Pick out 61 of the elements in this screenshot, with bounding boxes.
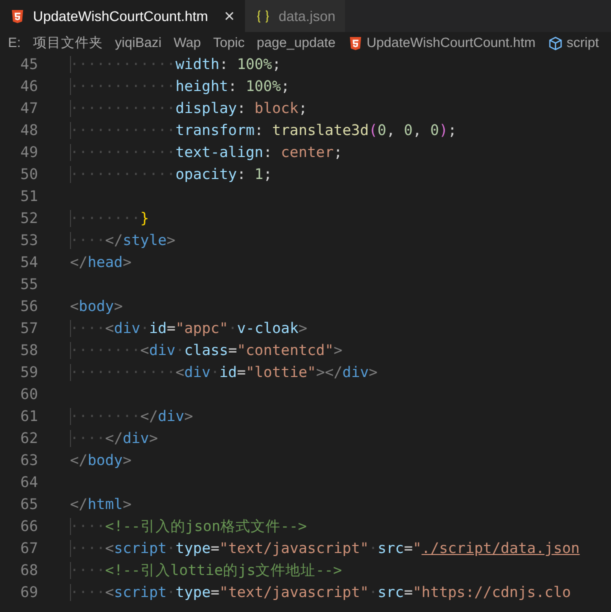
code-line: ············width: 100%;: [69, 55, 281, 75]
code-line: ····<!--引入的json格式文件-->: [69, 517, 307, 537]
code-line: ········}: [69, 209, 150, 229]
code-line: ····<!--引入lottie的js文件地址-->: [69, 561, 342, 581]
line-number: 49: [19, 143, 38, 163]
editor-tab[interactable]: data.json: [244, 0, 346, 32]
breadcrumb-item[interactable]: UpdateWishCourtCount.htm: [348, 32, 536, 54]
code-line: ············opacity: 1;: [69, 165, 272, 185]
editor-tab[interactable]: UpdateWishCourtCount.htm ×: [0, 0, 245, 32]
code-line: ············transform: translate3d(0, 0, 0);: [69, 121, 457, 141]
breadcrumb-item[interactable]: script: [548, 32, 599, 54]
code-line: ····<script·type="text/javascript"·src="https://cdnjs.clo: [69, 583, 571, 603]
code-line: ············height: 100%;: [69, 77, 290, 97]
line-number: 66: [19, 517, 38, 537]
cube-icon: [548, 36, 563, 50]
braces-icon: [254, 8, 271, 24]
line-number: 61: [19, 407, 38, 427]
line-number: 55: [19, 275, 38, 295]
line-number: 53: [19, 231, 38, 251]
line-number: 67: [19, 539, 38, 559]
line-number: 68: [19, 561, 38, 581]
line-number: 56: [19, 297, 38, 317]
line-number: 45: [19, 55, 38, 75]
line-number: 46: [19, 77, 38, 97]
line-number: 59: [19, 363, 38, 383]
line-number: 47: [19, 99, 38, 119]
code-line: ····<div·id="appc"·v-cloak>: [69, 319, 308, 339]
line-number: 63: [19, 451, 38, 471]
line-number: 62: [19, 429, 38, 449]
breadcrumb-item[interactable]: E:: [8, 32, 21, 54]
code-line: ····<script·type="text/javascript"·src="./script/data.json: [69, 539, 580, 559]
close-icon[interactable]: ×: [224, 7, 235, 25]
code-line: <body>: [69, 297, 123, 317]
code-line: ············text-align: center;: [69, 143, 342, 163]
line-number: 48: [19, 121, 38, 141]
code-line: </head>: [69, 253, 132, 273]
breadcrumb-item[interactable]: Wap: [174, 32, 201, 54]
line-number: 51: [19, 187, 38, 207]
html5-icon: [10, 8, 25, 24]
html5-icon: [348, 36, 363, 50]
code-line: ····</div>: [69, 429, 158, 449]
line-number: 52: [19, 209, 38, 229]
breadcrumb-item[interactable]: 项目文件夹: [32, 32, 103, 54]
line-number: 65: [19, 495, 38, 515]
code-line: </body>: [69, 451, 132, 471]
line-number: 64: [19, 473, 38, 493]
line-number: 69: [19, 583, 38, 603]
breadcrumb-item[interactable]: Topic: [213, 32, 245, 54]
code-line: ········<div·class="contentcd">: [69, 341, 342, 361]
code-line: ············display: block;: [69, 99, 308, 119]
breadcrumb-item[interactable]: page_update: [256, 32, 336, 54]
breadcrumb-item[interactable]: yiqiBazi: [115, 32, 162, 54]
code-line: ········</div>: [69, 407, 194, 427]
code-line: ····</style>: [69, 231, 176, 251]
line-number: 54: [19, 253, 38, 273]
code-line: </html>: [69, 495, 132, 515]
line-number: 57: [19, 319, 38, 339]
line-number: 60: [19, 385, 38, 405]
line-number: 50: [19, 165, 38, 185]
code-line: ············<div·id="lottie"></div>: [69, 363, 378, 383]
line-number: 58: [19, 341, 38, 361]
